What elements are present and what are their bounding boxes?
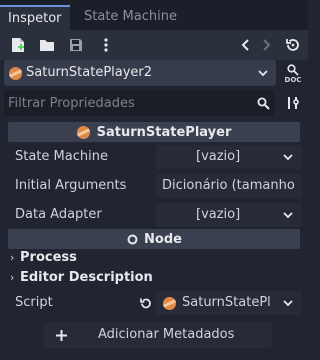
- new-resource-icon[interactable]: [10, 37, 26, 53]
- filter-properties-input[interactable]: [8, 90, 244, 116]
- saturn-state-icon: [77, 125, 91, 139]
- property-row-script: Script SaturnStatePl: [0, 289, 308, 317]
- chevron-right-icon: ›: [10, 251, 15, 264]
- add-metadata-button[interactable]: Adicionar Metadados: [44, 322, 272, 348]
- history-back-icon[interactable]: [238, 37, 252, 53]
- object-selector[interactable]: SaturnStatePlayer2: [4, 60, 276, 86]
- property-label: Initial Arguments: [15, 178, 127, 193]
- class-section-header: SaturnStatePlayer: [8, 122, 300, 142]
- script-resource-picker[interactable]: SaturnStatePl: [156, 291, 302, 315]
- class-section-title: SaturnStatePlayer: [96, 124, 232, 140]
- property-value: [vazio]: [196, 207, 241, 222]
- property-row-state-machine: State Machine [vazio]: [0, 143, 308, 171]
- tab-inspector[interactable]: Inspetor: [0, 5, 70, 30]
- property-value: [vazio]: [196, 149, 241, 164]
- save-icon[interactable]: [68, 37, 84, 53]
- filter-properties: [4, 90, 274, 116]
- add-metadata-label: Adicionar Metadados: [98, 327, 235, 342]
- saturn-state-icon: [162, 296, 176, 310]
- chevron-down-icon[interactable]: [256, 66, 270, 80]
- initial-arguments-dictionary[interactable]: Dicionário (tamanho: [156, 174, 302, 198]
- revert-icon[interactable]: [138, 296, 152, 310]
- property-value: SaturnStatePl: [182, 295, 271, 310]
- object-history-icon[interactable]: [284, 37, 302, 53]
- property-row-initial-arguments: Initial Arguments Dicionário (tamanho: [0, 172, 308, 200]
- node-icon: [126, 233, 138, 245]
- chevron-down-icon[interactable]: [282, 151, 294, 163]
- property-value: Dicionário (tamanho: [162, 178, 295, 193]
- saturn-state-icon: [8, 66, 22, 80]
- dock-tab-bar: Inspetor State Machine: [0, 0, 308, 30]
- data-adapter-resource-picker[interactable]: [vazio]: [156, 203, 302, 227]
- documentation-icon[interactable]: DOC: [282, 62, 304, 86]
- tools-icon[interactable]: [284, 94, 302, 112]
- property-label: Script: [15, 295, 53, 310]
- object-name: SaturnStatePlayer2: [26, 65, 153, 80]
- node-section-header: Node: [8, 229, 300, 249]
- property-label: State Machine: [15, 149, 108, 164]
- property-row-data-adapter: Data Adapter [vazio]: [0, 201, 308, 229]
- node-section-title: Node: [144, 231, 182, 247]
- more-options-icon[interactable]: [100, 37, 112, 53]
- inspector-toolbar: [0, 30, 308, 60]
- chevron-down-icon[interactable]: [282, 297, 294, 309]
- chevron-down-icon[interactable]: [282, 209, 294, 221]
- group-editor-description[interactable]: › Editor Description: [0, 268, 308, 288]
- plus-icon: [54, 328, 68, 342]
- group-title: Process: [20, 250, 77, 265]
- history-forward-icon[interactable]: [260, 37, 274, 53]
- doc-label: DOC: [284, 76, 302, 84]
- state-machine-resource-picker[interactable]: [vazio]: [156, 145, 302, 169]
- open-folder-icon[interactable]: [38, 37, 56, 53]
- search-icon[interactable]: [256, 96, 270, 110]
- tab-state-machine[interactable]: State Machine: [76, 5, 185, 30]
- group-process[interactable]: › Process: [0, 248, 308, 268]
- property-label: Data Adapter: [15, 207, 102, 222]
- group-title: Editor Description: [20, 270, 153, 285]
- chevron-right-icon: ›: [10, 271, 15, 284]
